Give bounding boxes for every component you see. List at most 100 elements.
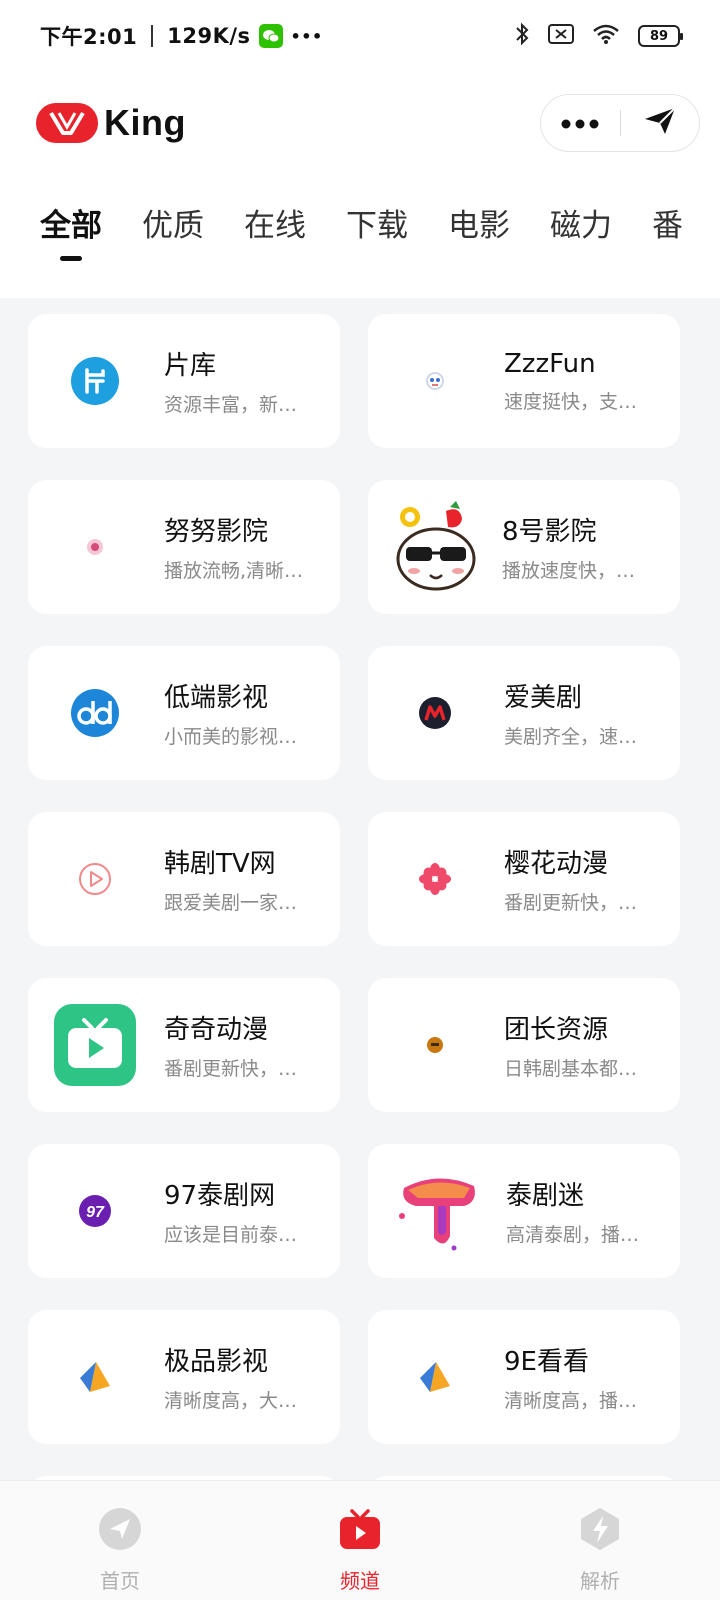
tab-movies[interactable]: 电影 [408, 200, 510, 270]
channel-text: 团长资源 日韩剧基本都… [504, 1009, 658, 1081]
category-tabs: 全部 优质 在线 下载 电影 磁力 番 [0, 200, 720, 270]
nunu-icon [54, 506, 136, 588]
channel-desc: 番剧更新快，… [504, 892, 638, 914]
channel-name: ZzzFun [504, 348, 596, 379]
tab-online[interactable]: 在线 [204, 200, 306, 270]
share-button[interactable] [621, 95, 700, 151]
status-left: 下午2:01 129K/s ••• [40, 21, 323, 51]
status-divider [151, 25, 154, 47]
channel-text: 韩剧TV网 跟爱美剧一家… [164, 843, 318, 915]
status-bar: 下午2:01 129K/s ••• 89 [0, 0, 720, 72]
channel-text: 努努影院 播放流畅,清晰… [164, 511, 318, 583]
channel-name: 片库 [164, 351, 217, 381]
nav-home[interactable]: 首页 [0, 1481, 240, 1600]
channel-name: 团长资源 [504, 1015, 609, 1045]
channel-desc: 日韩剧基本都… [504, 1058, 638, 1080]
channel-card[interactable]: 片库 资源丰富，新… [28, 314, 340, 448]
more-notifications: ••• [290, 26, 323, 46]
channel-text: 低端影视 小而美的影视… [164, 677, 318, 749]
nav-channels[interactable]: 频道 [240, 1481, 480, 1600]
channel-card[interactable]: 极品影视 清晰度高，大… [28, 1310, 340, 1444]
channel-card[interactable]: 奇奇动漫 番剧更新快，… [28, 978, 340, 1112]
network-speed: 129K/s [167, 24, 251, 48]
channel-name: 9E看看 [504, 1347, 589, 1377]
zzzfun-icon [394, 340, 476, 422]
channel-desc: 资源丰富，新… [164, 394, 298, 416]
taijumi-icon [394, 1166, 484, 1256]
channel-card[interactable]: 樱花动漫 番剧更新快，… [368, 812, 680, 946]
channel-name: 泰剧迷 [506, 1181, 585, 1211]
channel-text: 97泰剧网 应该是目前泰… [164, 1175, 318, 1247]
channel-desc: 番剧更新快，… [164, 1058, 298, 1080]
channel-text: 8号影院 播放速度快，… [502, 511, 658, 583]
channel-card[interactable]: 低端影视 小而美的影视… [28, 646, 340, 780]
kite-icon [54, 1336, 136, 1418]
tab-quality[interactable]: 优质 [102, 200, 204, 270]
channel-text: ZzzFun 速度挺快，支… [504, 349, 658, 414]
pianku-icon [54, 340, 136, 422]
cartoon-mascot-icon [390, 501, 482, 593]
app-name: King [104, 102, 186, 143]
channel-name: 韩剧TV网 [164, 849, 276, 879]
channel-name: 努努影院 [164, 517, 269, 547]
channel-desc: 播放流畅,清晰… [164, 560, 304, 582]
channel-desc: 清晰度高，大… [164, 1390, 298, 1412]
channel-name: 低端影视 [164, 683, 269, 713]
mini-program-capsule [540, 94, 700, 152]
svg-text:97: 97 [86, 1204, 105, 1221]
ninety-seven-icon: 97 [54, 1170, 136, 1252]
tab-anime[interactable]: 番 [612, 200, 683, 270]
tv-icon [338, 1507, 382, 1555]
app-header: King [0, 90, 720, 156]
channel-text: 泰剧迷 高清泰剧，播… [506, 1175, 658, 1247]
channel-desc: 清晰度高，播… [504, 1390, 638, 1412]
channel-card[interactable]: 97 97泰剧网 应该是目前泰… [28, 1144, 340, 1278]
nav-channels-label: 频道 [340, 1569, 380, 1593]
sim-off-icon [548, 23, 574, 50]
ellipsis-icon [560, 114, 600, 133]
tab-magnet[interactable]: 磁力 [510, 200, 612, 270]
bolt-shield-icon [578, 1507, 622, 1555]
channel-card[interactable]: 团长资源 日韩剧基本都… [368, 978, 680, 1112]
channel-card[interactable]: 韩剧TV网 跟爱美剧一家… [28, 812, 340, 946]
sakura-icon [394, 838, 476, 920]
channel-card[interactable]: 努努影院 播放流畅,清晰… [28, 480, 340, 614]
wifi-icon [592, 23, 620, 50]
channel-text: 爱美剧 美剧齐全，速… [504, 677, 658, 749]
channel-text: 奇奇动漫 番剧更新快，… [164, 1009, 318, 1081]
channel-desc: 美剧齐全，速… [504, 726, 638, 748]
channel-card[interactable]: 8号影院 播放速度快，… [368, 480, 680, 614]
paper-plane-icon [643, 106, 677, 140]
channel-card[interactable]: 9E看看 清晰度高，播… [368, 1310, 680, 1444]
channel-text: 片库 资源丰富，新… [164, 345, 318, 417]
channel-name: 8号影院 [502, 517, 597, 547]
dd-icon [54, 672, 136, 754]
channel-text: 9E看看 清晰度高，播… [504, 1341, 658, 1413]
tuanzhang-icon [394, 1004, 476, 1086]
channel-name: 97泰剧网 [164, 1181, 276, 1211]
channel-card[interactable]: 泰剧迷 高清泰剧，播… [368, 1144, 680, 1278]
channel-name: 极品影视 [164, 1347, 269, 1377]
channel-name: 爱美剧 [504, 683, 583, 713]
wechat-icon [258, 24, 283, 48]
tab-all[interactable]: 全部 [0, 200, 102, 270]
nav-home-label: 首页 [100, 1569, 140, 1593]
channel-desc: 高清泰剧，播… [506, 1224, 640, 1246]
bluetooth-icon [514, 22, 530, 51]
channel-text: 极品影视 清晰度高，大… [164, 1341, 318, 1413]
nav-parse[interactable]: 解析 [480, 1481, 720, 1600]
more-options-button[interactable] [541, 95, 620, 151]
clock: 下午2:01 [40, 25, 138, 49]
channel-text: 樱花动漫 番剧更新快，… [504, 843, 658, 915]
tab-download[interactable]: 下载 [306, 200, 408, 270]
tv-play-icon [54, 1004, 136, 1086]
channel-grid: 片库 资源丰富，新… ZzzFun 速度挺快，支… 努努影院 播放流畅,清晰… [28, 314, 680, 1480]
battery-indicator: 89 [638, 25, 683, 47]
channel-name: 樱花动漫 [504, 849, 609, 879]
channel-list[interactable]: 片库 资源丰富，新… ZzzFun 速度挺快，支… 努努影院 播放流畅,清晰… [0, 298, 720, 1480]
bottom-navigation: 首页 频道 解析 [0, 1480, 720, 1600]
channel-card[interactable]: 爱美剧 美剧齐全，速… [368, 646, 680, 780]
play-circle-icon [54, 838, 136, 920]
channel-card[interactable]: ZzzFun 速度挺快，支… [368, 314, 680, 448]
status-right: 89 [514, 22, 683, 51]
